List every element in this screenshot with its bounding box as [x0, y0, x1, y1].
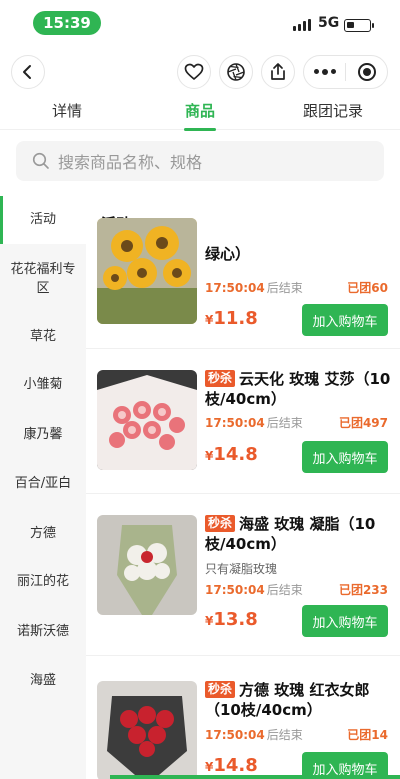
sidebar-item-activity[interactable]: 活动	[0, 196, 86, 244]
joined-count: 已团14	[347, 728, 388, 742]
product-name: 绿心）	[205, 245, 251, 263]
countdown: 17:50:04 后结束	[205, 583, 303, 597]
product-name: 秒杀 云天化 玫瑰 艾莎（10枝/40cm）	[205, 370, 391, 408]
share-button[interactable]	[261, 55, 295, 89]
product-image-rose-aisha	[97, 370, 197, 470]
sidebar-item-haisheng[interactable]: 海盛	[0, 671, 86, 690]
countdown: 17:50:04 后结束	[205, 416, 303, 430]
product-name: 秒杀 海盛 玫瑰 凝脂（10枝/40cm）	[205, 515, 376, 553]
favorite-button[interactable]	[177, 55, 211, 89]
sidebar-item-fangde[interactable]: 方德	[0, 524, 86, 543]
nav-bar	[0, 52, 400, 90]
product-price: ¥14.8	[205, 444, 258, 465]
tab-products[interactable]: 商品	[150, 100, 250, 121]
tab-bar: 详情 商品 跟团记录	[0, 96, 400, 131]
joined-count: 已团60	[347, 281, 388, 295]
add-to-cart-button[interactable]: 加入购物车	[302, 605, 388, 637]
countdown: 17:50:04 后结束	[205, 281, 303, 295]
category-sidebar: 活动 花花福利专区 草花 小雏菊 康乃馨 百合/亚白 方德 丽江的花 诺斯沃德 …	[0, 196, 86, 779]
flash-sale-badge: 秒杀	[205, 370, 236, 387]
product-price: ¥14.8	[205, 755, 258, 776]
sidebar-item-nosworth[interactable]: 诺斯沃德	[0, 622, 86, 641]
tab-details[interactable]: 详情	[17, 100, 117, 121]
share-icon	[271, 63, 285, 80]
status-time: 15:39	[33, 11, 101, 35]
product-list: 活动 绿心） 17:50:04后结束 已团60 ¥11.8 加入购物车	[86, 196, 400, 779]
sidebar-item-herb-flowers[interactable]: 草花	[0, 327, 86, 346]
sidebar-item-lily[interactable]: 百合/亚白	[0, 474, 86, 493]
more-dots-icon	[313, 68, 336, 75]
add-to-cart-button[interactable]: 加入购物车	[302, 441, 388, 473]
battery-icon	[344, 19, 374, 32]
close-mini-program-button[interactable]	[346, 56, 387, 88]
active-tab-indicator	[184, 128, 216, 131]
network-type: 5G	[318, 15, 340, 31]
countdown: 17:50:04 后结束	[205, 728, 303, 742]
sidebar-item-daisy[interactable]: 小雏菊	[0, 375, 86, 394]
product-image-rose-ningzhi	[97, 515, 197, 615]
flash-sale-badge: 秒杀	[205, 681, 236, 698]
signal-icon	[293, 19, 311, 31]
chevron-left-icon	[23, 65, 31, 79]
product-image-rose-red-lady	[97, 681, 197, 779]
flash-sale-badge: 秒杀	[205, 515, 236, 532]
aperture-icon	[227, 63, 245, 81]
product-name: 秒杀 方德 玫瑰 红衣女郎（10枝/40cm）	[205, 681, 370, 719]
product-card[interactable]: 秒杀 方德 玫瑰 红衣女郎（10枝/40cm） 17:50:04 后结束 已团14 …	[86, 660, 400, 779]
joined-count: 已团497	[338, 416, 388, 430]
product-price: ¥13.8	[205, 609, 258, 630]
mini-program-capsule	[303, 55, 388, 89]
search-icon	[32, 152, 49, 169]
add-to-cart-button[interactable]: 加入购物车	[302, 304, 388, 336]
heart-icon	[184, 63, 204, 80]
product-card[interactable]: 秒杀 海盛 玫瑰 凝脂（10枝/40cm） 只有凝脂玫瑰 17:50:04 后结束 …	[86, 494, 400, 656]
sidebar-item-welfare[interactable]: 花花福利专区	[0, 260, 86, 298]
search-input[interactable]: 搜索商品名称、规格	[16, 141, 384, 181]
product-card[interactable]: 秒杀 云天化 玫瑰 艾莎（10枝/40cm） 17:50:04 后结束 已团497 …	[86, 349, 400, 494]
product-image-sunflower	[97, 218, 197, 324]
back-button[interactable]	[11, 55, 45, 89]
bottom-action-bar[interactable]	[110, 775, 400, 779]
joined-count: 已团233	[338, 583, 388, 597]
sidebar-item-lijiang[interactable]: 丽江的花	[0, 572, 86, 591]
tab-group-records[interactable]: 跟团记录	[283, 100, 383, 121]
product-note: 只有凝脂玫瑰	[205, 562, 278, 576]
sidebar-item-carnation[interactable]: 康乃馨	[0, 425, 86, 444]
product-price: ¥11.8	[205, 308, 258, 329]
search-placeholder: 搜索商品名称、规格	[58, 153, 203, 172]
product-card[interactable]: 绿心） 17:50:04 后结束 已团60 ¥11.8 加入购物车	[86, 204, 400, 349]
more-button[interactable]	[304, 56, 345, 88]
target-icon	[357, 63, 376, 81]
active-category-indicator	[0, 196, 3, 244]
status-bar: 15:39 5G	[0, 0, 400, 46]
camera-button[interactable]	[219, 55, 253, 89]
